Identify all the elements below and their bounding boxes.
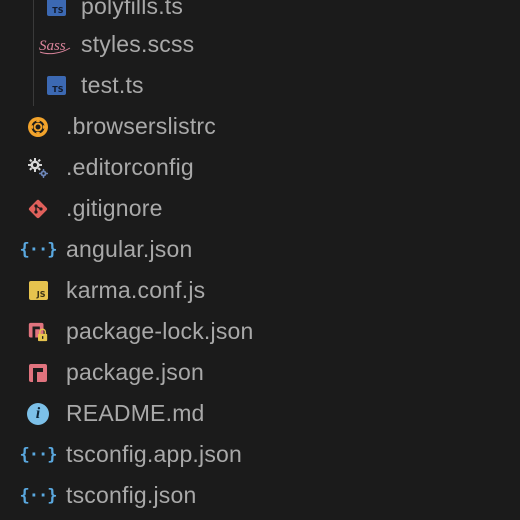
json-braces-glyph: {··} (19, 239, 58, 260)
file-name: tsconfig.app.json (66, 440, 243, 467)
sass-icon: Sass (38, 34, 72, 56)
file-name: styles.scss (81, 30, 195, 57)
file-row-browserslistrc[interactable]: .browserslistrc (0, 106, 520, 147)
file-name: README.md (66, 399, 205, 426)
file-name: angular.json (66, 235, 193, 262)
json-braces-icon: {··} (20, 485, 58, 507)
file-row-tsconfig-app-json[interactable]: {··} tsconfig.app.json (0, 434, 520, 475)
json-braces-icon: {··} (20, 239, 58, 261)
file-row-styles-scss[interactable]: Sass styles.scss (0, 24, 520, 65)
file-name: karma.conf.js (66, 276, 206, 303)
js-badge-text: JS (36, 290, 46, 299)
file-row-package-json[interactable]: package.json (0, 352, 520, 393)
file-name: .browserslistrc (66, 112, 216, 139)
npm-icon (27, 362, 49, 384)
file-name: package-lock.json (66, 317, 254, 344)
file-row-readme-md[interactable]: i README.md (0, 393, 520, 434)
file-name: .gitignore (66, 194, 163, 221)
git-icon (27, 198, 49, 220)
file-row-polyfills-ts[interactable]: TS polyfills.ts (0, 0, 520, 27)
info-glyph: i (35, 404, 41, 422)
json-braces-icon: {··} (20, 444, 58, 466)
file-name: tsconfig.json (66, 481, 197, 508)
ts-badge-text: TS (52, 85, 64, 94)
ts-badge-text: TS (52, 6, 64, 15)
file-row-angular-json[interactable]: {··} angular.json (0, 229, 520, 270)
file-explorer-tree: TS polyfills.ts Sass styles.scss TS test… (0, 0, 520, 520)
browserslist-icon (27, 116, 49, 138)
typescript-icon: TS (45, 75, 67, 97)
file-row-test-ts[interactable]: TS test.ts (0, 65, 520, 106)
file-row-editorconfig[interactable]: .editorconfig (0, 147, 520, 188)
editorconfig-gears-icon (27, 157, 49, 179)
file-row-package-lock-json[interactable]: package-lock.json (0, 311, 520, 352)
file-name: .editorconfig (66, 153, 194, 180)
json-braces-glyph: {··} (19, 485, 58, 506)
file-name: polyfills.ts (81, 0, 184, 19)
typescript-icon: TS (45, 0, 67, 18)
file-row-gitignore[interactable]: .gitignore (0, 188, 520, 229)
info-icon: i (27, 402, 49, 425)
file-name: package.json (66, 358, 204, 385)
file-name: test.ts (81, 71, 144, 98)
javascript-icon: JS (27, 280, 49, 302)
json-braces-glyph: {··} (19, 444, 58, 465)
file-row-tsconfig-json[interactable]: {··} tsconfig.json (0, 475, 520, 516)
npm-lock-icon (27, 321, 49, 343)
file-row-karma-conf-js[interactable]: JS karma.conf.js (0, 270, 520, 311)
